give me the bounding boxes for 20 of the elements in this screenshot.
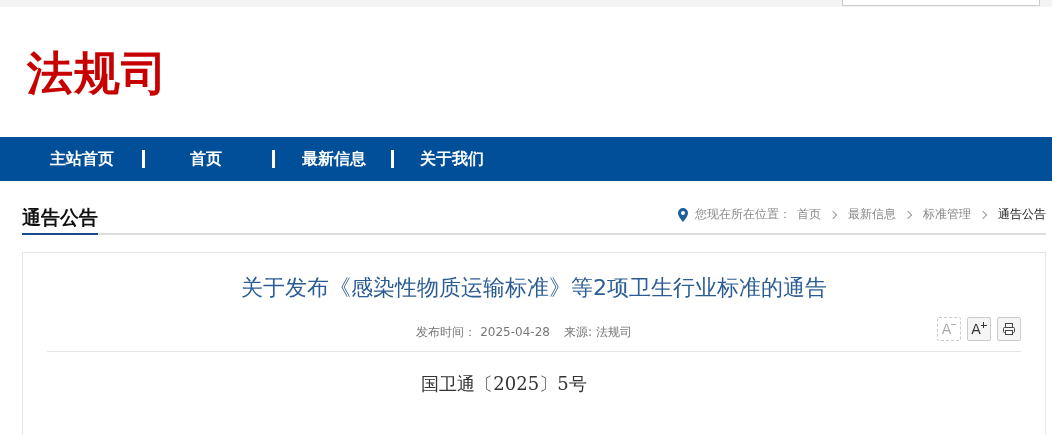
breadcrumb-link[interactable]: 首页 bbox=[797, 206, 821, 223]
location-pin-icon bbox=[678, 207, 688, 222]
section-title: 通告公告 bbox=[22, 205, 98, 235]
site-title: 法规司 bbox=[27, 45, 168, 102]
source-text: 来源: 法规司 bbox=[563, 324, 632, 339]
increase-font-button[interactable]: A bbox=[967, 317, 991, 341]
printer-icon bbox=[1002, 322, 1016, 336]
breadcrumb-link[interactable]: 标准管理 bbox=[923, 206, 971, 223]
print-button[interactable] bbox=[997, 317, 1021, 341]
breadcrumb-link[interactable]: 最新信息 bbox=[848, 206, 896, 223]
nav-link[interactable]: 最新信息 bbox=[302, 148, 366, 170]
publish-label: 发布时间： bbox=[416, 324, 477, 339]
breadcrumb-current: 通告公告 bbox=[998, 206, 1046, 223]
publish-date: 2025-04-28 bbox=[480, 324, 550, 339]
nav-link[interactable]: 关于我们 bbox=[420, 148, 484, 170]
nav-link[interactable]: 首页 bbox=[190, 148, 222, 170]
breadcrumb-label: 您现在所在位置： bbox=[695, 206, 791, 223]
nav-link[interactable]: 主站首页 bbox=[50, 148, 114, 170]
article-title: 关于发布《感染性物质运输标准》等2项卫生行业标准的通告 bbox=[240, 274, 828, 302]
document-number: 国卫通〔2025〕5号 bbox=[420, 372, 588, 396]
